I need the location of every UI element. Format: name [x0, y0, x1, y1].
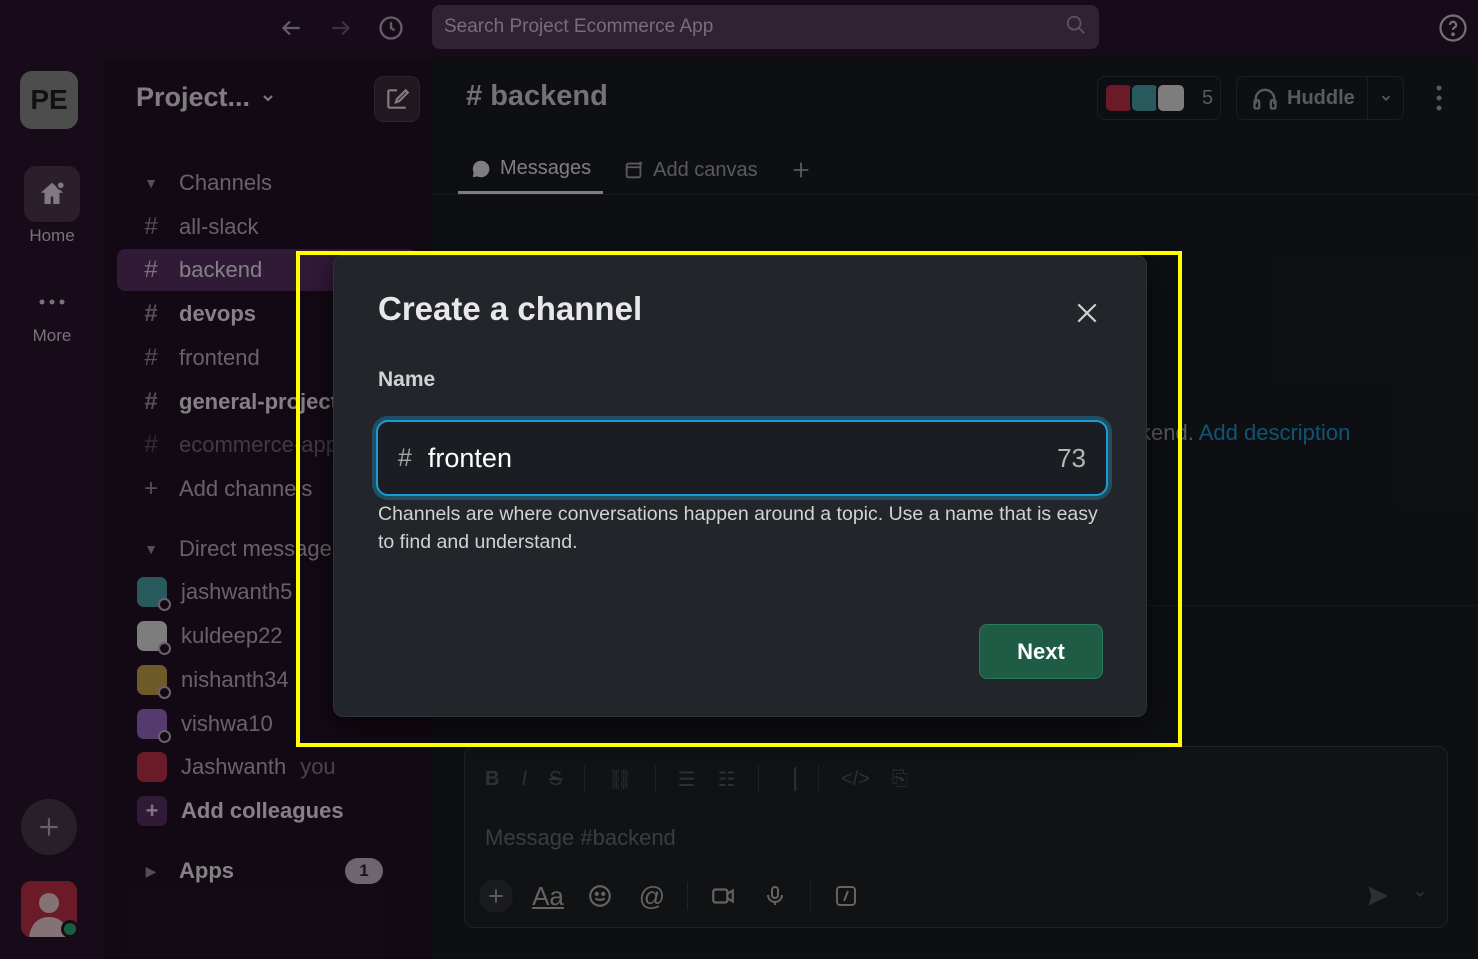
highlight-box [296, 251, 1182, 747]
